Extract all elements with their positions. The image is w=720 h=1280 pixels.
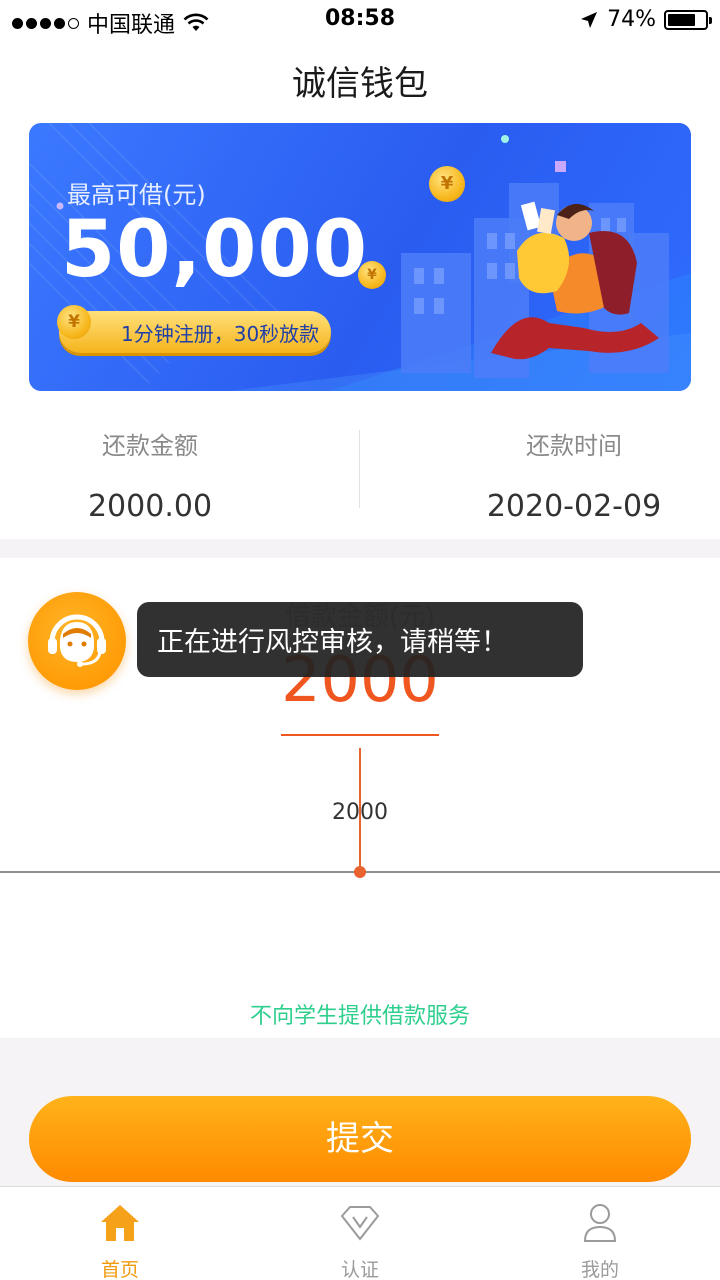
amount-slider-handle[interactable] xyxy=(354,866,366,878)
tab-bar: 首页 认证 我的 xyxy=(0,1186,720,1280)
home-icon xyxy=(101,1205,139,1241)
coin-icon: ¥ xyxy=(57,305,91,339)
repayment-amount-value: 2000.00 xyxy=(87,489,213,524)
headset-agent-icon xyxy=(48,614,106,667)
section-gap xyxy=(0,539,720,558)
repayment-amount: 还款金额 2000.00 xyxy=(0,408,300,524)
diamond-icon xyxy=(340,1206,380,1241)
customer-service-button[interactable] xyxy=(28,592,126,690)
repayment-date: 还款时间 2020-02-09 xyxy=(424,408,720,524)
promo-banner[interactable]: ¥ ¥ 最高可借(元) 50,000 ¥ 1分钟注册，30秒放款 xyxy=(29,123,691,391)
tab-home-label: 首页 xyxy=(100,1259,139,1280)
banner-pill: ¥ 1分钟注册，30秒放款 xyxy=(57,305,331,353)
repayment-date-value: 2020-02-09 xyxy=(486,489,662,524)
tab-verify-label: 认证 xyxy=(340,1259,379,1280)
banner-pill-text: 1分钟注册，30秒放款 xyxy=(121,322,320,346)
page-title: 诚信钱包 xyxy=(292,64,428,104)
battery-percent: 74% xyxy=(607,7,656,32)
tab-home[interactable]: 首页 xyxy=(0,1187,240,1280)
toast-message: 正在进行风控审核，请稍等！ xyxy=(137,602,583,677)
toast-text: 正在进行风控审核，请稍等！ xyxy=(157,627,508,658)
divider xyxy=(359,430,360,508)
repayment-info: 还款金额 2000.00 还款时间 2020-02-09 xyxy=(0,408,720,538)
tab-mine[interactable]: 我的 xyxy=(480,1187,720,1280)
status-right: 74% xyxy=(579,7,712,32)
loan-amount-underline xyxy=(281,734,439,736)
person-icon xyxy=(583,1204,617,1242)
repayment-date-label: 还款时间 xyxy=(526,432,622,460)
banner-max-amount: 50,000 xyxy=(61,205,368,295)
tab-verify[interactable]: 认证 xyxy=(240,1187,480,1280)
status-bar: 中国联通 08:58 74% xyxy=(0,0,720,40)
slider-value: 2000 xyxy=(332,800,388,825)
repayment-amount-label: 还款金额 xyxy=(102,432,198,460)
coin-icon: ¥ xyxy=(429,166,465,202)
submit-button[interactable]: 提交 xyxy=(29,1096,691,1182)
location-arrow-icon xyxy=(581,11,598,28)
tab-mine-label: 我的 xyxy=(580,1259,619,1280)
student-notice: 不向学生提供借款服务 xyxy=(249,1004,470,1029)
battery-icon xyxy=(664,9,712,30)
